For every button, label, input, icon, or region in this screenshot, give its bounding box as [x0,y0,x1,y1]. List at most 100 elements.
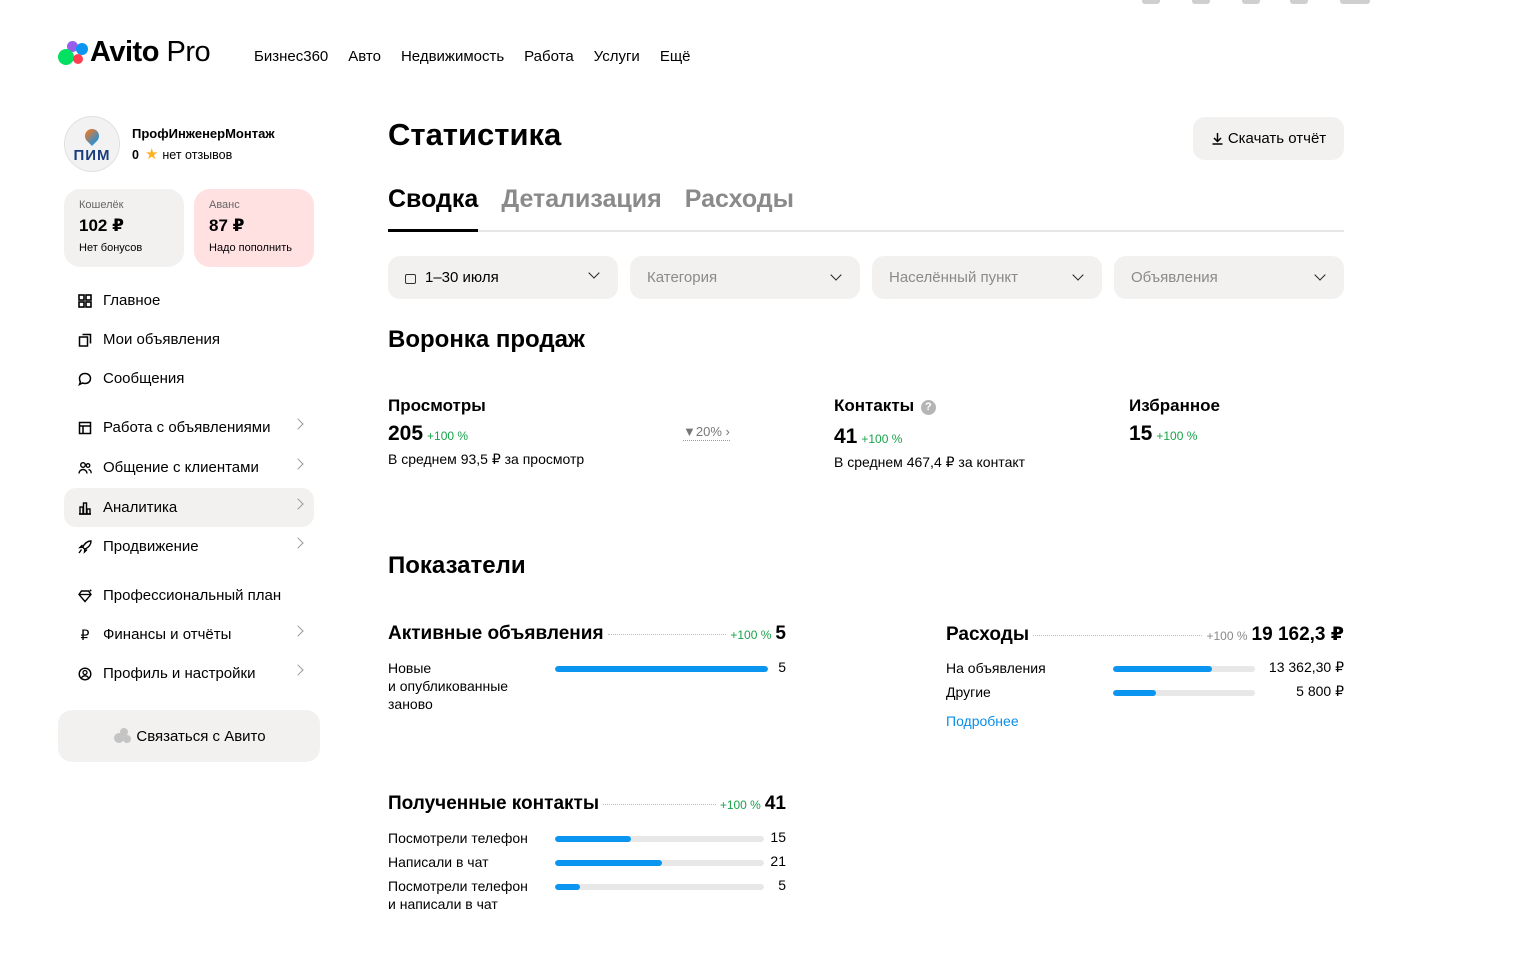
sidebar-item-messages[interactable]: Сообщения [64,359,314,398]
profile-name[interactable]: ПрофИнженерМонтаж [132,126,275,141]
active-ads-header: Активные объявления +100 % 5 [388,623,786,645]
nav-biznes360[interactable]: Бизнес360 [254,48,328,65]
download-report-button[interactable]: Скачать отчёт [1193,117,1344,160]
sidebar-item-label: Главное [103,292,161,309]
nav-auto[interactable]: Авто [348,48,381,65]
contact-avito-label: Связаться с Авито [136,727,266,745]
contacts-phone-bar [555,836,764,842]
rocket-icon [78,539,92,554]
wallet-card[interactable]: Кошелёк 102 ₽ Нет бонусов [64,189,184,267]
chevron-right-icon [292,625,304,637]
users-icon [78,461,92,474]
expenses-ads-bar [1113,666,1255,672]
rating-value: 0 [132,147,139,162]
calendar-icon [405,273,416,284]
sidebar-item-ads-work[interactable]: Работа с объявлениями [64,408,314,447]
heart-icon[interactable] [1142,0,1160,4]
location-select[interactable]: Населённый пункт [872,256,1102,299]
period-select[interactable]: 1–30 июля [388,256,618,299]
chevron-down-icon [1314,269,1326,281]
expenses-more-link[interactable]: Подробнее [946,713,1019,729]
views-change: +100 % [427,429,469,443]
expenses-row-value: 5 800 ₽ [1296,683,1344,699]
chevron-right-icon [292,498,304,510]
received-contacts-value: 41 [764,793,786,814]
avito-pro-logo[interactable]: Avito Pro [58,36,211,69]
sidebar-item-label: Аналитика [103,499,178,516]
page-title: Статистика [388,117,562,152]
chat-icon[interactable] [1242,0,1260,4]
favorites-label: Избранное [1129,396,1220,415]
profile-rating[interactable]: 0 ★ нет отзывов [132,147,275,162]
sidebar-item-label: Сообщения [103,370,185,387]
favorites-change: +100 % [1156,429,1198,443]
views-label: Просмотры [388,396,486,415]
sidebar-item-promotion[interactable]: Продвижение [64,527,314,566]
grid-icon [78,293,92,308]
contacts-row-label: Посмотрели телефон и написали в чат [388,878,528,912]
tab-expenses[interactable]: Расходы [685,185,794,232]
active-ads-row-value: 5 [778,659,786,675]
chevron-right-icon: › [725,424,730,439]
ruble-icon: ₽ [80,626,90,643]
contact-avito-button[interactable]: Связаться с Авито [58,710,320,762]
nav-services[interactable]: Услуги [594,48,640,65]
conversion-value: 20% [695,424,722,439]
sidebar-item-label: Профиль и настройки [103,665,256,682]
download-icon [1212,133,1223,145]
contacts-both-bar [555,884,764,890]
contacts-avg: В среднем 467,4 ₽ за контакт [834,454,1026,470]
tab-details[interactable]: Детализация [501,185,661,232]
nav-jobs[interactable]: Работа [524,48,574,65]
period-value: 1–30 июля [425,269,499,286]
expenses-change: +100 % [1206,629,1248,643]
sidebar-item-finance[interactable]: ₽ Финансы и отчёты [64,615,314,654]
ads-select[interactable]: Объявления [1114,256,1344,299]
category-select[interactable]: Категория [630,256,860,299]
contacts-change: +100 % [861,432,903,446]
contacts-value: 41 +100 % [834,425,903,448]
chevron-down-icon [588,267,600,279]
reviews-text: нет отзывов [162,147,233,162]
table-icon [78,421,92,434]
top-navigation: Бизнес360 Авто Недвижимость Работа Услуг… [254,48,691,65]
sidebar-item-label: Финансы и отчёты [103,626,232,643]
funnel-title: Воронка продаж [388,326,585,353]
funnel-filter-icon: ▼ [683,424,696,439]
expenses-value: 19 162,3 ₽ [1251,624,1344,645]
sidebar-item-label: Профессиональный план [103,587,282,604]
help-icon[interactable]: ? [920,400,936,415]
nav-realty[interactable]: Недвижимость [401,48,504,65]
avatar[interactable]: ПИМ [64,116,120,172]
expenses-row-value: 13 362,30 ₽ [1268,659,1344,675]
bell-icon[interactable] [1192,0,1210,4]
sidebar-item-main[interactable]: Главное [64,281,314,320]
cart-icon[interactable] [1290,0,1308,4]
profile-card[interactable]: ПИМ ПрофИнженерМонтаж 0 ★ нет отзывов [64,116,275,172]
download-report-label: Скачать отчёт [1227,130,1327,147]
sidebar-item-clients[interactable]: Общение с клиентами [64,448,314,487]
indicators-title: Показатели [388,552,526,579]
advance-card[interactable]: Аванс 87 ₽ Надо пополнить [194,189,314,267]
sidebar-item-profile-settings[interactable]: Профиль и настройки [64,654,314,693]
advance-status: Надо пополнить [209,242,292,254]
views-value: 205 +100 % [388,422,469,445]
sidebar-item-label: Работа с объявлениями [103,419,271,436]
advance-label: Аванс [209,199,240,211]
category-placeholder: Категория [647,269,718,286]
sidebar-item-pro-plan[interactable]: Профессиональный план [64,576,314,615]
logo-text: Avito Pro [90,36,211,68]
chevron-right-icon [292,537,304,549]
avito-dots-icon [112,727,132,745]
sidebar-item-my-ads[interactable]: Мои объявления [64,320,314,359]
nav-more[interactable]: Ещё [660,48,691,65]
location-placeholder: Населённый пункт [889,269,1019,286]
sidebar-item-analytics[interactable]: Аналитика [64,488,314,527]
sidebar-item-label: Продвижение [103,538,199,555]
tab-summary[interactable]: Сводка [388,185,479,232]
expenses-label: Расходы [946,624,1030,645]
company-logo-icon [82,125,102,146]
profile-avatar-icon[interactable] [1340,0,1370,4]
active-ads-change: +100 % [730,628,772,642]
conversion-link[interactable]: ▼20% › [683,424,730,441]
